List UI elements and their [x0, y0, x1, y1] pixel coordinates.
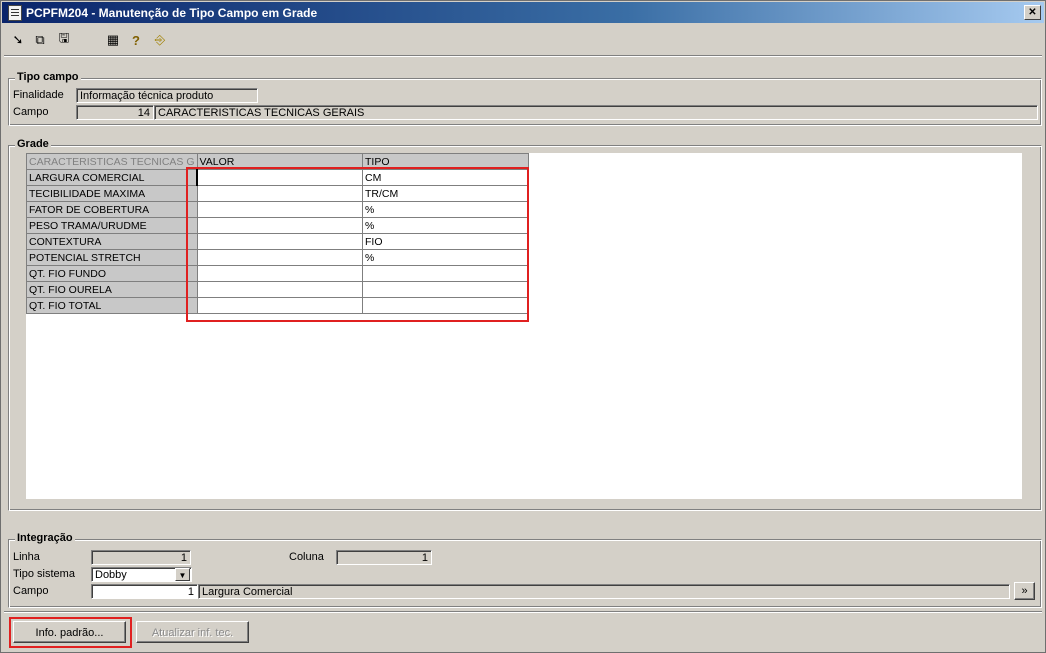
window-title: PCPFM204 - Manutenção de Tipo Campo em G… — [26, 6, 318, 20]
row-label[interactable]: TECIBILIDADE MAXIMA — [26, 185, 198, 202]
row-label[interactable]: POTENCIAL STRETCH — [26, 249, 198, 266]
tipo-sistema-label: Tipo sistema — [13, 568, 75, 580]
title-bar: PCPFM204 - Manutenção de Tipo Campo em G… — [2, 2, 1044, 23]
campo-number-field[interactable]: 14 — [76, 105, 154, 120]
copy-icon[interactable]: ⧉ — [32, 32, 48, 48]
linha-label: Linha — [13, 551, 40, 563]
toolbar-separator — [4, 55, 1042, 57]
exit-door-icon[interactable]: ⎆ — [152, 32, 168, 48]
close-button[interactable]: ✕ — [1024, 5, 1041, 20]
campo-description-field: CARACTERISTICAS TECNICAS GERAIS — [154, 105, 1038, 120]
arrow-right-icon[interactable]: ➘ — [10, 32, 26, 48]
highlight-box-button — [9, 617, 132, 648]
more-button[interactable]: » — [1014, 582, 1035, 600]
save-icon[interactable]: 🖫 — [56, 30, 72, 48]
highlight-box-grid — [186, 167, 529, 322]
coluna-field[interactable]: 1 — [336, 550, 432, 565]
atualizar-button[interactable]: Atualizar inf. tec. — [136, 621, 249, 643]
coluna-label: Coluna — [289, 551, 324, 563]
integracao-legend: Integração — [15, 532, 75, 544]
integracao-campo-description: Largura Comercial — [198, 584, 1010, 599]
row-label[interactable]: LARGURA COMERCIAL — [26, 169, 198, 186]
row-label[interactable]: QT. FIO TOTAL — [26, 297, 198, 314]
chevron-down-icon[interactable]: ▼ — [175, 568, 190, 581]
integracao-campo-field[interactable]: 1 — [91, 584, 198, 599]
calendar-icon[interactable]: ▦ — [105, 32, 121, 48]
tipo-campo-legend: Tipo campo — [15, 71, 81, 83]
row-label[interactable]: PESO TRAMA/URUDME — [26, 217, 198, 234]
integracao-campo-label: Campo — [13, 585, 49, 597]
finalidade-field[interactable]: Informação técnica produto — [76, 88, 258, 103]
finalidade-label: Finalidade — [13, 89, 64, 101]
row-label[interactable]: QT. FIO OURELA — [26, 281, 198, 298]
row-label[interactable]: FATOR DE COBERTURA — [26, 201, 198, 218]
row-label[interactable]: CONTEXTURA — [26, 233, 198, 250]
toolbar: ➘ ⧉ 🖫 ▦ ? ⎆ — [2, 24, 1044, 54]
linha-field[interactable]: 1 — [91, 550, 191, 565]
campo-label: Campo — [13, 106, 49, 118]
help-icon[interactable]: ? — [128, 32, 144, 48]
grade-legend: Grade — [15, 138, 51, 150]
app-icon — [8, 5, 22, 21]
row-label[interactable]: QT. FIO FUNDO — [26, 265, 198, 282]
main-window: PCPFM204 - Manutenção de Tipo Campo em G… — [0, 0, 1046, 653]
column-header-characteristic[interactable]: CARACTERISTICAS TECNICAS G — [26, 153, 198, 170]
bottom-separator — [4, 611, 1042, 613]
